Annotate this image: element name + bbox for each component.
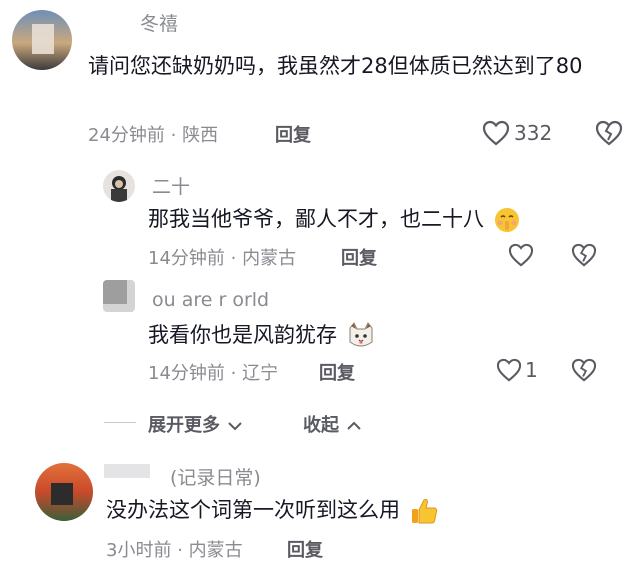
avatar[interactable] (103, 170, 135, 202)
reply-text: 我看你也是风韵犹存 (148, 319, 376, 354)
like-button[interactable] (508, 243, 534, 267)
thumbs-up-emoji-icon (409, 496, 439, 530)
reply-button[interactable]: 回复 (275, 121, 311, 147)
reply-button[interactable]: 回复 (287, 536, 323, 562)
like-count: 1 (525, 358, 538, 382)
comment-username[interactable]: (记录日常) (170, 463, 261, 490)
meta-separator: · (230, 363, 237, 384)
reply-meta: 14分钟前 · 内蒙古 (148, 244, 296, 270)
broken-heart-icon (571, 243, 597, 267)
meta-separator: · (177, 540, 183, 561)
chevron-down-icon (226, 420, 244, 432)
dislike-button[interactable] (595, 120, 623, 146)
reply-username[interactable]: ou are r orld (152, 289, 269, 311)
comment-text: 请问您还缺奶奶吗，我虽然才28但体质已然达到了80 (88, 54, 583, 78)
comment-meta: 24分钟前 · 陕西 (88, 121, 218, 147)
collapse-button[interactable]: 收起 (303, 411, 363, 437)
reply-time: 14分钟前 (148, 363, 225, 384)
like-count: 332 (514, 121, 553, 145)
reply-meta: 14分钟前 · 辽宁 (148, 359, 278, 385)
avatar[interactable] (12, 10, 72, 70)
expand-more-label: 展开更多 (148, 415, 220, 436)
reply-location: 内蒙古 (242, 248, 297, 269)
chevron-up-icon (345, 420, 363, 432)
comment-username[interactable]: 冬禧 (140, 9, 178, 36)
avatar[interactable] (103, 280, 135, 312)
broken-heart-icon (595, 120, 623, 146)
cat-face-emoji-icon (346, 321, 376, 354)
meta-separator: · (170, 125, 177, 146)
like-button[interactable] (482, 120, 510, 146)
meta-separator: · (230, 248, 237, 269)
comment-location: 陕西 (182, 125, 219, 146)
divider (104, 422, 136, 423)
like-button[interactable] (496, 358, 522, 382)
broken-heart-icon (571, 358, 597, 382)
comment-meta: 3小时前 · 内蒙古 (106, 536, 243, 562)
reply-time: 14分钟前 (148, 248, 225, 269)
username-placeholder (104, 464, 150, 478)
heart-outline-icon (496, 358, 522, 382)
shushing-face-emoji-icon (493, 206, 521, 238)
dislike-button[interactable] (571, 243, 597, 267)
reply-location: 辽宁 (242, 363, 279, 384)
comment-location: 内蒙古 (188, 540, 243, 561)
avatar[interactable] (35, 463, 93, 521)
comment-text: 没办法这个词第一次听到这么用 (106, 494, 439, 530)
reply-button[interactable]: 回复 (319, 359, 355, 385)
expand-more-button[interactable]: 展开更多 (148, 411, 244, 437)
dislike-button[interactable] (571, 358, 597, 382)
collapse-label: 收起 (303, 415, 339, 436)
reply-text: 那我当他爷爷，鄙人不才，也二十八 (148, 203, 521, 238)
heart-outline-icon (482, 120, 510, 146)
reply-button[interactable]: 回复 (341, 244, 377, 270)
comment-time: 3小时前 (106, 540, 172, 561)
reply-username[interactable]: 二十 (152, 172, 190, 199)
comment-time: 24分钟前 (88, 125, 165, 146)
heart-outline-icon (508, 243, 534, 267)
